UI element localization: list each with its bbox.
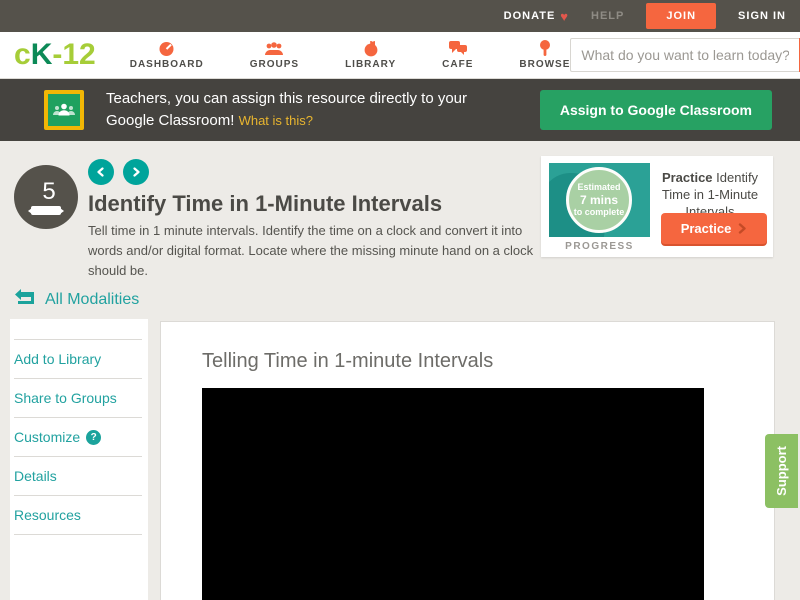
- lesson-content-panel: Telling Time in 1-minute Intervals: [160, 321, 775, 600]
- sidebar-item-resources[interactable]: Resources: [14, 495, 142, 535]
- video-heading: Telling Time in 1-minute Intervals: [202, 350, 493, 373]
- chevron-right-icon: [131, 167, 141, 177]
- estimate-line3: to complete: [574, 207, 625, 217]
- library-icon: [363, 41, 379, 57]
- sidebar-item-share-to-groups[interactable]: Share to Groups: [14, 378, 142, 417]
- chevron-left-icon: [96, 167, 106, 177]
- support-tab[interactable]: Support: [765, 434, 798, 508]
- banner-message: Teachers, you can assign this resource d…: [106, 88, 481, 132]
- next-button[interactable]: [123, 159, 149, 185]
- sidebar-item-add-to-library[interactable]: Add to Library: [14, 339, 142, 378]
- nav-items: DASHBOARD GROUPS LIBRARY CAFE: [130, 41, 571, 70]
- nav-label: GROUPS: [250, 59, 299, 70]
- practice-button-label: Practice: [681, 221, 732, 236]
- sidebar-item-customize[interactable]: Customize ?: [14, 417, 142, 456]
- donate-label: DONATE: [504, 10, 556, 22]
- lesson-title: Identify Time in 1-Minute Intervals: [88, 191, 442, 217]
- help-question-icon[interactable]: ?: [86, 430, 101, 445]
- nav-item-library[interactable]: LIBRARY: [345, 41, 396, 70]
- lesson-pager: [88, 159, 149, 185]
- previous-button[interactable]: [88, 159, 114, 185]
- logo-c: c: [14, 38, 31, 71]
- logo-k: K: [31, 38, 53, 71]
- assign-google-classroom-button[interactable]: Assign to Google Classroom: [540, 90, 772, 130]
- practice-button[interactable]: Practice: [661, 213, 767, 244]
- nav-item-cafe[interactable]: CAFE: [442, 41, 473, 70]
- concept-level-badge: 5: [14, 165, 78, 229]
- return-arrow-icon: [14, 289, 36, 311]
- donate-link[interactable]: DONATE ♥: [504, 9, 569, 24]
- nav-bar: cK-12 DASHBOARD GROUPS LIBRARY: [0, 32, 800, 79]
- all-modalities-link[interactable]: All Modalities: [14, 289, 139, 311]
- all-modalities-label: All Modalities: [45, 291, 139, 309]
- groups-icon: [264, 41, 284, 57]
- lesson-sidebar: Add to Library Share to Groups Customize…: [10, 319, 148, 600]
- sign-in-link[interactable]: SIGN IN: [738, 10, 786, 22]
- search-input[interactable]: [570, 38, 799, 72]
- page: DONATE ♥ HELP JOIN SIGN IN cK-12 DASHBOA…: [0, 0, 800, 600]
- sidebar-item-details[interactable]: Details: [14, 456, 142, 495]
- sidebar-item-label: Customize: [14, 429, 80, 445]
- heart-icon: ♥: [560, 9, 569, 24]
- help-link[interactable]: HELP: [591, 10, 624, 22]
- estimate-line2: 7 mins: [580, 193, 618, 207]
- support-tab-label: Support: [774, 446, 789, 496]
- lesson-section: 5 Identify Time in 1-Minute Intervals Te…: [0, 141, 800, 600]
- logo-rest: -12: [52, 38, 95, 71]
- what-is-this-link[interactable]: What is this?: [239, 113, 313, 128]
- nav-label: BROWSE: [519, 59, 570, 70]
- nav-label: LIBRARY: [345, 59, 396, 70]
- nav-item-browse[interactable]: BROWSE: [519, 41, 570, 70]
- join-button[interactable]: JOIN: [646, 3, 716, 29]
- ck12-logo[interactable]: cK-12: [14, 40, 96, 70]
- google-classroom-banner: Teachers, you can assign this resource d…: [0, 79, 800, 141]
- cafe-icon: [449, 41, 467, 57]
- lesson-description: Tell time in 1 minute intervals. Identif…: [88, 221, 540, 281]
- nav-label: CAFE: [442, 59, 473, 70]
- browse-icon: [539, 41, 551, 57]
- google-classroom-icon: [44, 90, 84, 130]
- progress-label: PROGRESS: [549, 241, 650, 252]
- search-bar: [570, 38, 800, 72]
- practice-thumbnail[interactable]: Estimated 7 mins to complete: [549, 163, 650, 237]
- chevron-right-icon: [738, 223, 747, 234]
- practice-card: Estimated 7 mins to complete PROGRESS Pr…: [541, 156, 773, 257]
- nav-item-groups[interactable]: GROUPS: [250, 41, 299, 70]
- badge-number: 5: [42, 180, 55, 204]
- practice-word: Practice: [662, 170, 713, 185]
- video-player[interactable]: [202, 388, 704, 600]
- nav-label: DASHBOARD: [130, 59, 204, 70]
- concept-pill-icon: [31, 206, 61, 215]
- dashboard-icon: [158, 41, 175, 57]
- estimate-line1: Estimated: [577, 182, 620, 192]
- top-bar: DONATE ♥ HELP JOIN SIGN IN: [0, 0, 800, 32]
- estimated-time-badge: Estimated 7 mins to complete: [566, 167, 632, 233]
- nav-item-dashboard[interactable]: DASHBOARD: [130, 41, 204, 70]
